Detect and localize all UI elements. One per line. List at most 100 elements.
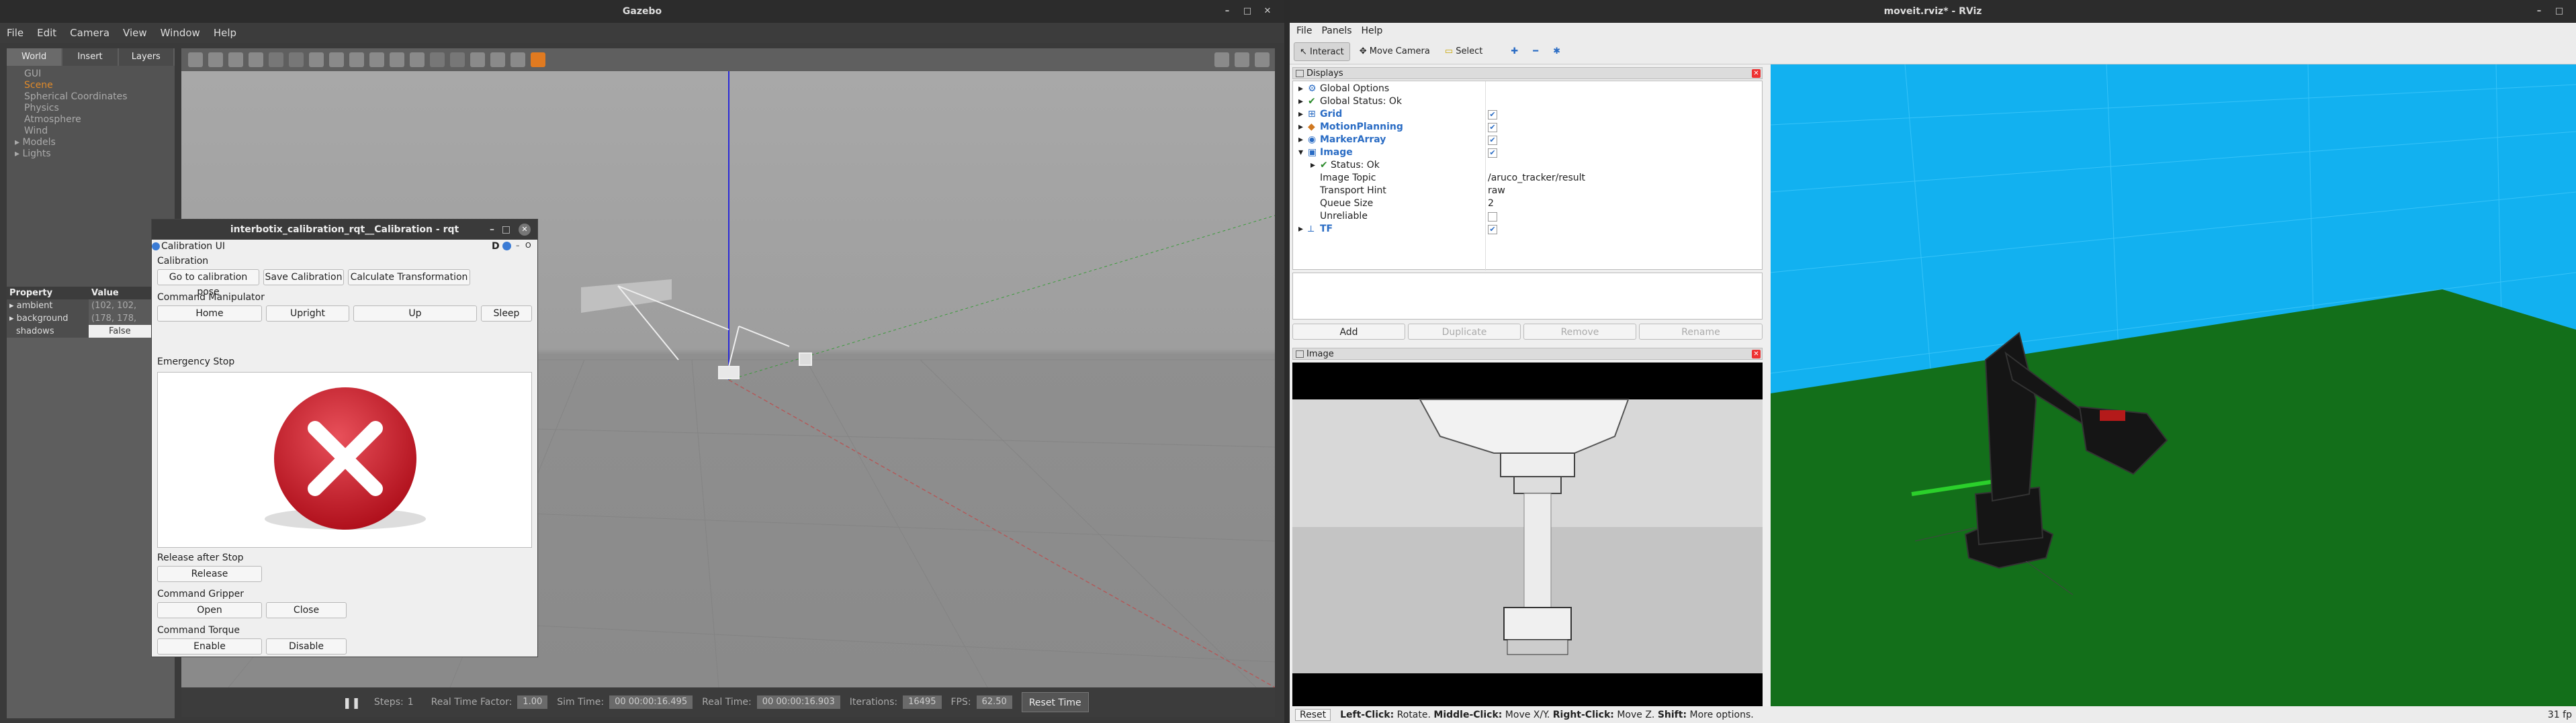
reset-time-button[interactable]: Reset Time bbox=[1021, 692, 1089, 712]
open-gripper-button[interactable]: Open bbox=[157, 602, 262, 618]
rviz-3d-view[interactable] bbox=[1771, 64, 2576, 706]
expand-arrow-icon[interactable]: ▸ bbox=[1298, 223, 1303, 236]
directional-light-icon[interactable] bbox=[410, 52, 425, 67]
home-button[interactable]: Home bbox=[157, 305, 262, 322]
menu-help[interactable]: Help bbox=[1362, 26, 1383, 36]
menu-file[interactable]: File bbox=[7, 27, 24, 39]
sleep-button[interactable]: Sleep bbox=[481, 305, 532, 322]
marker-array-enabled-checkbox[interactable]: ✔ bbox=[1488, 136, 1497, 145]
tree-item-gui[interactable]: GUI bbox=[24, 68, 175, 80]
tree-item-models[interactable]: ▸ Models bbox=[15, 137, 175, 148]
add-display-button[interactable]: Add bbox=[1292, 324, 1405, 340]
queue-size-value[interactable]: 2 bbox=[1488, 197, 1494, 210]
display-row-grid[interactable]: ▸ ⊞ Grid ✔ bbox=[1293, 108, 1763, 121]
expand-arrow-icon[interactable]: ▸ bbox=[1298, 95, 1303, 108]
display-row-motion-planning[interactable]: ▸ ◆ MotionPlanning ✔ bbox=[1293, 121, 1763, 134]
screenshot-icon[interactable] bbox=[1214, 52, 1229, 67]
display-row-queue-size[interactable]: Queue Size 2 bbox=[1293, 197, 1763, 210]
image-enabled-checkbox[interactable]: ✔ bbox=[1488, 148, 1497, 158]
tool-properties-icon[interactable]: ✱ bbox=[1548, 42, 1566, 61]
move-camera-tool[interactable]: ✥ Move Camera bbox=[1354, 42, 1435, 61]
cylinder-shape-icon[interactable] bbox=[349, 52, 364, 67]
translate-icon[interactable] bbox=[208, 52, 223, 67]
video-record-icon[interactable] bbox=[1255, 52, 1270, 67]
emergency-stop-button[interactable] bbox=[157, 372, 532, 548]
menu-file[interactable]: File bbox=[1296, 26, 1312, 36]
display-row-image[interactable]: ▾ ▣ Image ✔ bbox=[1293, 146, 1763, 159]
display-row-global-status[interactable]: ▸ ✔ Global Status: Ok bbox=[1293, 95, 1763, 108]
display-row-transport-hint[interactable]: Transport Hint raw bbox=[1293, 185, 1763, 197]
expand-arrow-icon[interactable]: ▸ bbox=[1298, 134, 1303, 146]
help-icon[interactable] bbox=[502, 242, 511, 250]
redo-icon[interactable] bbox=[289, 52, 304, 67]
rotate-icon[interactable] bbox=[228, 52, 243, 67]
log-icon[interactable] bbox=[1235, 52, 1249, 67]
float-icon[interactable]: – bbox=[516, 241, 520, 250]
close-icon[interactable]: ✕ bbox=[1257, 0, 1278, 23]
menu-window[interactable]: Window bbox=[161, 27, 200, 39]
tab-layers[interactable]: Layers bbox=[118, 48, 173, 66]
display-row-tf[interactable]: ▸ ⟂ TF ✔ bbox=[1293, 223, 1763, 236]
expand-arrow-icon[interactable]: ▸ bbox=[15, 148, 22, 159]
select-arrow-icon[interactable] bbox=[188, 52, 203, 67]
motion-planning-enabled-checkbox[interactable]: ✔ bbox=[1488, 123, 1497, 132]
remove-tool-icon[interactable]: ━ bbox=[1527, 42, 1544, 61]
undo-icon[interactable] bbox=[269, 52, 283, 67]
display-row-marker-array[interactable]: ▸ ◉ MarkerArray ✔ bbox=[1293, 134, 1763, 146]
close-icon[interactable]: ✕ bbox=[519, 224, 531, 236]
display-row-image-topic[interactable]: Image Topic/aruco_tracker/result bbox=[1293, 172, 1763, 185]
steps-value[interactable]: 1 bbox=[408, 697, 414, 708]
tree-item-atmosphere[interactable]: Atmosphere bbox=[24, 114, 175, 126]
up-button[interactable]: Up bbox=[353, 305, 477, 322]
maximize-icon[interactable]: □ bbox=[502, 220, 510, 240]
upright-button[interactable]: Upright bbox=[266, 305, 349, 322]
record-icon[interactable] bbox=[531, 52, 545, 67]
unreliable-checkbox[interactable] bbox=[1488, 212, 1497, 222]
copy-icon[interactable] bbox=[430, 52, 445, 67]
minimize-icon[interactable]: – bbox=[490, 220, 494, 240]
scale-icon[interactable] bbox=[249, 52, 263, 67]
property-row-background[interactable]: ▸ background (178, 178, bbox=[7, 312, 175, 325]
reset-view-button[interactable]: Reset bbox=[1295, 708, 1331, 721]
display-row-global-options[interactable]: ▸ ⚙ Global Options bbox=[1293, 83, 1763, 95]
tree-item-spherical[interactable]: Spherical Coordinates bbox=[24, 91, 175, 103]
menu-edit[interactable]: Edit bbox=[37, 27, 56, 39]
menu-camera[interactable]: Camera bbox=[70, 27, 109, 39]
menu-help[interactable]: Help bbox=[214, 27, 236, 39]
menu-panels[interactable]: Panels bbox=[1321, 26, 1351, 36]
tree-item-physics[interactable]: Physics bbox=[24, 103, 175, 114]
expand-arrow-icon[interactable]: ▸ bbox=[1311, 159, 1315, 172]
release-button[interactable]: Release bbox=[157, 566, 262, 582]
display-row-unreliable[interactable]: Unreliable bbox=[1293, 210, 1763, 223]
go-to-calibration-pose-button[interactable]: Go to calibration pose bbox=[157, 269, 259, 297]
enable-torque-button[interactable]: Enable bbox=[157, 638, 262, 655]
pause-icon[interactable]: ❚❚ bbox=[343, 696, 361, 709]
tree-item-wind[interactable]: Wind bbox=[24, 126, 175, 137]
menu-view[interactable]: View bbox=[123, 27, 147, 39]
tab-world[interactable]: World bbox=[7, 48, 62, 66]
minimize-icon[interactable]: – bbox=[2529, 0, 2549, 23]
change-view-icon[interactable] bbox=[510, 52, 525, 67]
rename-display-button[interactable]: Rename bbox=[1639, 324, 1763, 340]
align-icon[interactable] bbox=[470, 52, 485, 67]
disable-torque-button[interactable]: Disable bbox=[266, 638, 347, 655]
paste-icon[interactable] bbox=[450, 52, 465, 67]
display-row-image-status[interactable]: ▸ ✔ Status: Ok bbox=[1293, 159, 1763, 172]
box-shape-icon[interactable] bbox=[309, 52, 324, 67]
spot-light-icon[interactable] bbox=[390, 52, 404, 67]
collapse-arrow-icon[interactable]: ▾ bbox=[1298, 146, 1303, 159]
close-plugin-icon[interactable]: O bbox=[525, 241, 531, 250]
select-tool[interactable]: ▭ Select bbox=[1439, 42, 1489, 61]
remove-display-button[interactable]: Remove bbox=[1523, 324, 1636, 340]
expand-arrow-icon[interactable]: ▸ bbox=[1298, 83, 1303, 95]
tree-item-lights[interactable]: ▸ Lights bbox=[15, 148, 175, 160]
close-icon[interactable]: ✕ bbox=[1752, 350, 1761, 358]
maximize-icon[interactable]: □ bbox=[2549, 0, 2569, 23]
expand-arrow-icon[interactable]: ▸ bbox=[15, 137, 22, 148]
point-light-icon[interactable] bbox=[369, 52, 384, 67]
save-calibration-button[interactable]: Save Calibration bbox=[263, 269, 344, 285]
minimize-icon[interactable]: – bbox=[1217, 0, 1237, 23]
grid-enabled-checkbox[interactable]: ✔ bbox=[1488, 110, 1497, 119]
calculate-transformation-button[interactable]: Calculate Transformation bbox=[348, 269, 470, 285]
transport-hint-value[interactable]: raw bbox=[1488, 185, 1505, 197]
